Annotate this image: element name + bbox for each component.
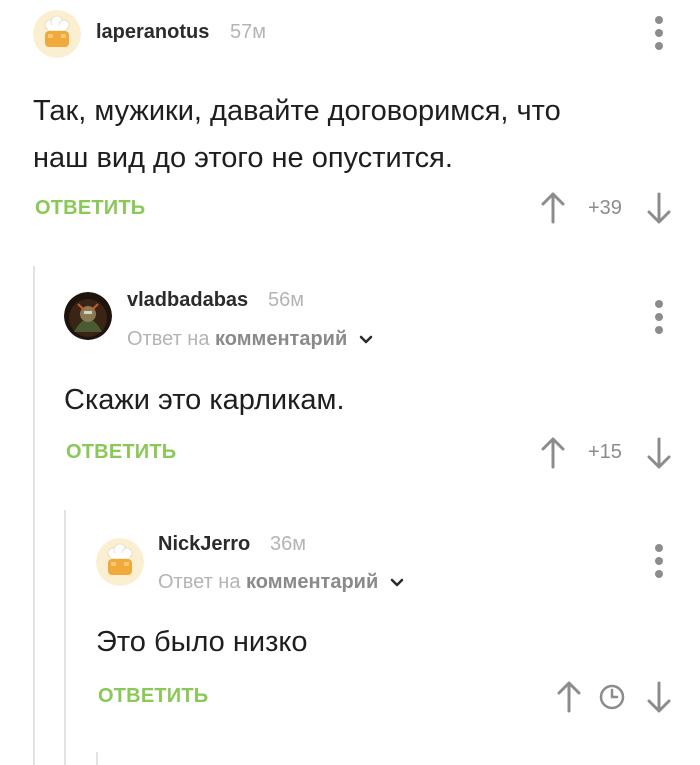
comment-text: Это было низко — [96, 619, 656, 666]
timestamp: 36м — [270, 533, 306, 555]
comment-nickjerro: NickJerro 36м Ответ на комментарий Это б… — [0, 0, 700, 730]
reply-to-target: комментарий — [246, 571, 379, 593]
upvote-icon[interactable] — [556, 681, 582, 713]
reply-to-prefix: Ответ на — [158, 571, 241, 593]
thread-line-level-3 — [96, 752, 98, 765]
chef-avatar-icon — [96, 538, 144, 586]
comment-text-line: Это было низко — [96, 626, 308, 658]
clock-icon — [599, 684, 625, 710]
more-options-icon[interactable] — [652, 544, 666, 578]
avatar[interactable] — [96, 538, 144, 586]
downvote-icon[interactable] — [646, 681, 672, 713]
reply-to-link[interactable]: Ответ на комментарий — [158, 571, 404, 594]
username[interactable]: NickJerro — [158, 533, 250, 556]
reply-button[interactable]: ОТВЕТИТЬ — [98, 685, 208, 708]
chevron-down-icon — [390, 578, 404, 586]
